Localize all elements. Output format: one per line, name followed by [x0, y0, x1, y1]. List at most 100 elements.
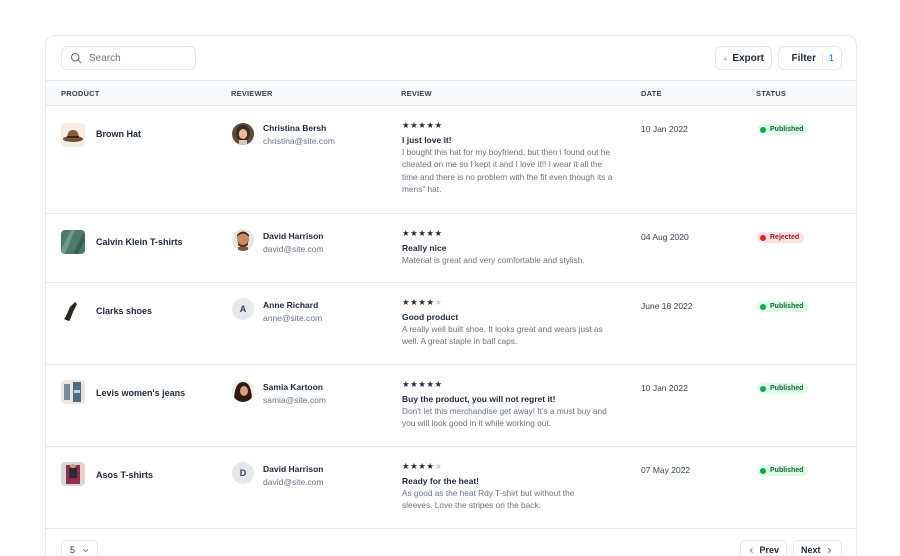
table-row[interactable]: Brown Hat Christina Bersh christina@site… — [46, 106, 856, 214]
reviewer-email: david@site.com — [263, 244, 324, 254]
table-header: PRODUCT REVIEWER REVIEW DATE STATUS — [46, 80, 856, 106]
product-image — [61, 123, 85, 147]
review-text: A really well built shoe. It looks great… — [402, 324, 603, 347]
product-image — [61, 230, 85, 254]
column-header-product[interactable]: PRODUCT — [61, 89, 99, 98]
reviewer-name: Samia Kartoon — [263, 382, 323, 392]
review-text: As good as the heat Rdy T-shirt but with… — [402, 488, 575, 511]
next-page-button[interactable]: Next — [793, 540, 842, 556]
column-header-status[interactable]: STATUS — [756, 89, 786, 98]
check-circle-icon — [760, 303, 766, 310]
status-badge: Published — [757, 124, 809, 135]
prev-page-button[interactable]: Prev — [740, 540, 787, 556]
search-input[interactable] — [89, 52, 184, 64]
avatar: D — [232, 462, 254, 484]
review-date: 10 Jan 2022 — [641, 383, 688, 393]
table-row[interactable]: Calvin Klein T-shirts David Harrison dav… — [46, 214, 856, 283]
reviewer-name: Anne Richard — [263, 300, 319, 310]
status-badge: Rejected — [757, 232, 805, 243]
x-circle-icon — [760, 234, 766, 241]
review-date: June 18 2022 — [641, 301, 693, 311]
reviewer-name: David Harrison — [263, 464, 324, 474]
avatar — [232, 123, 254, 145]
rating-stars: ★★★★★ — [402, 379, 443, 390]
avatar — [232, 229, 254, 251]
review-title: Good product — [402, 312, 459, 322]
table-row[interactable]: Asos T-shirts D David Harrison david@sit… — [46, 447, 856, 529]
review-text: Don't let this merchandise get away! It'… — [402, 406, 607, 429]
export-button[interactable]: Export — [715, 46, 772, 70]
reviewer-email: christina@site.com — [263, 136, 335, 146]
chevron-right-icon — [827, 547, 831, 553]
status-label: Rejected — [770, 234, 800, 241]
reviews-table-card: Export Filter 1 PRODUCT REVIEWER REVIEW … — [45, 35, 857, 556]
star-filled-icon: ★★★★★ — [402, 120, 443, 130]
product-name[interactable]: Levis women's jeans — [96, 388, 185, 398]
export-label: Export — [732, 52, 764, 64]
filter-button[interactable]: Filter 1 — [778, 46, 842, 70]
product-image — [61, 298, 85, 322]
review-date: 04 Aug 2020 — [641, 232, 689, 242]
chevron-left-icon — [749, 547, 753, 553]
prev-label: Prev — [759, 545, 779, 555]
status-badge: Published — [757, 301, 809, 312]
check-circle-icon — [760, 467, 766, 474]
per-page-select[interactable]: 5 — [61, 540, 98, 556]
status-label: Published — [770, 303, 804, 310]
status-label: Published — [770, 126, 804, 133]
filter-count-badge: 1 — [821, 53, 834, 63]
chevron-down-icon — [82, 548, 89, 552]
status-label: Published — [770, 467, 804, 474]
reviewer-name: David Harrison — [263, 231, 324, 241]
check-circle-icon — [760, 126, 766, 133]
avatar — [232, 380, 254, 402]
table-row[interactable]: Clarks shoes A Anne Richard anne@site.co… — [46, 283, 856, 365]
status-label: Published — [770, 385, 804, 392]
rating-stars: ★★★★★ — [402, 120, 443, 131]
status-badge: Published — [757, 465, 809, 476]
star-filled-icon: ★★★★★ — [402, 379, 443, 389]
product-name[interactable]: Clarks shoes — [96, 306, 152, 316]
reviewer-email: david@site.com — [263, 477, 324, 487]
review-title: Ready for the heat! — [402, 476, 479, 486]
review-date: 07 May 2022 — [641, 465, 691, 475]
review-date: 10 Jan 2022 — [641, 124, 688, 134]
reviewer-email: samia@site.com — [263, 395, 326, 405]
search-icon — [70, 52, 82, 64]
review-title: Really nice — [402, 243, 447, 253]
filter-label: Filter — [791, 52, 816, 64]
rating-stars: ★★★★★ — [402, 461, 443, 472]
star-filled-icon: ★★★★ — [402, 297, 435, 307]
table-toolbar: Export Filter 1 — [46, 36, 856, 80]
filter-icon — [786, 57, 787, 59]
star-filled-icon: ★★★★★ — [402, 228, 443, 238]
column-header-review[interactable]: REVIEW — [401, 89, 432, 98]
rating-stars: ★★★★★ — [402, 228, 443, 239]
review-title: Buy the product, you will not regret it! — [402, 394, 556, 404]
column-header-date[interactable]: DATE — [641, 89, 662, 98]
product-name[interactable]: Asos T-shirts — [96, 470, 153, 480]
per-page-value: 5 — [70, 545, 76, 555]
product-name[interactable]: Brown Hat — [96, 129, 141, 139]
review-title: I just love it! — [402, 135, 452, 145]
product-image — [61, 380, 85, 404]
avatar: A — [232, 298, 254, 320]
reviewer-name: Christina Bersh — [263, 123, 327, 133]
star-empty-icon: ★ — [434, 461, 443, 471]
star-empty-icon: ★ — [434, 297, 443, 307]
review-text: Material is great and very comfortable a… — [402, 255, 585, 265]
reviewer-email: anne@site.com — [263, 313, 323, 323]
table-footer: 5 Prev Next — [46, 530, 856, 556]
review-text: I bought this hat for my boyfriend, but … — [402, 147, 613, 194]
column-header-reviewer[interactable]: REVIEWER — [231, 89, 273, 98]
table-row[interactable]: Levis women's jeans Samia Kartoon samia@… — [46, 365, 856, 447]
star-filled-icon: ★★★★ — [402, 461, 435, 471]
status-badge: Published — [757, 383, 809, 394]
rating-stars: ★★★★★ — [402, 297, 443, 308]
download-icon — [723, 56, 727, 60]
product-name[interactable]: Calvin Klein T-shirts — [96, 237, 183, 247]
search-box[interactable] — [61, 46, 196, 70]
product-image — [61, 462, 85, 486]
next-label: Next — [801, 545, 821, 555]
check-circle-icon — [760, 385, 766, 392]
